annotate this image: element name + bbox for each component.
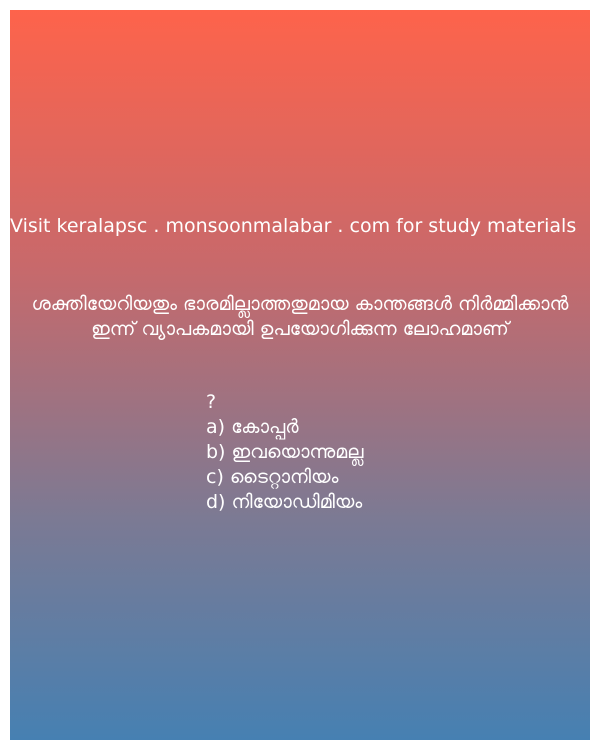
question-text: ശക്തിയേറിയതും ഭാരമില്ലാത്തതുമായ കാന്തങ്ങ… xyxy=(31,293,569,340)
options-list: a) കോപ്പർ b) ഇവയൊന്നുമല്ല c) ടൈറ്റാനിയം … xyxy=(206,415,364,515)
promo-text: Visit keralapsc . monsoonmalabar . com f… xyxy=(10,215,577,237)
option-a: a) കോപ്പർ xyxy=(206,416,299,438)
option-b: b) ഇവയൊന്നുമല്ല xyxy=(206,441,364,463)
option-d: d) നിയോഡിമിയം xyxy=(206,491,363,513)
question-mark: ? xyxy=(206,391,217,413)
option-c: c) ടൈറ്റാനിയം xyxy=(206,466,339,488)
quiz-card: Visit keralapsc . monsoonmalabar . com f… xyxy=(10,10,590,740)
